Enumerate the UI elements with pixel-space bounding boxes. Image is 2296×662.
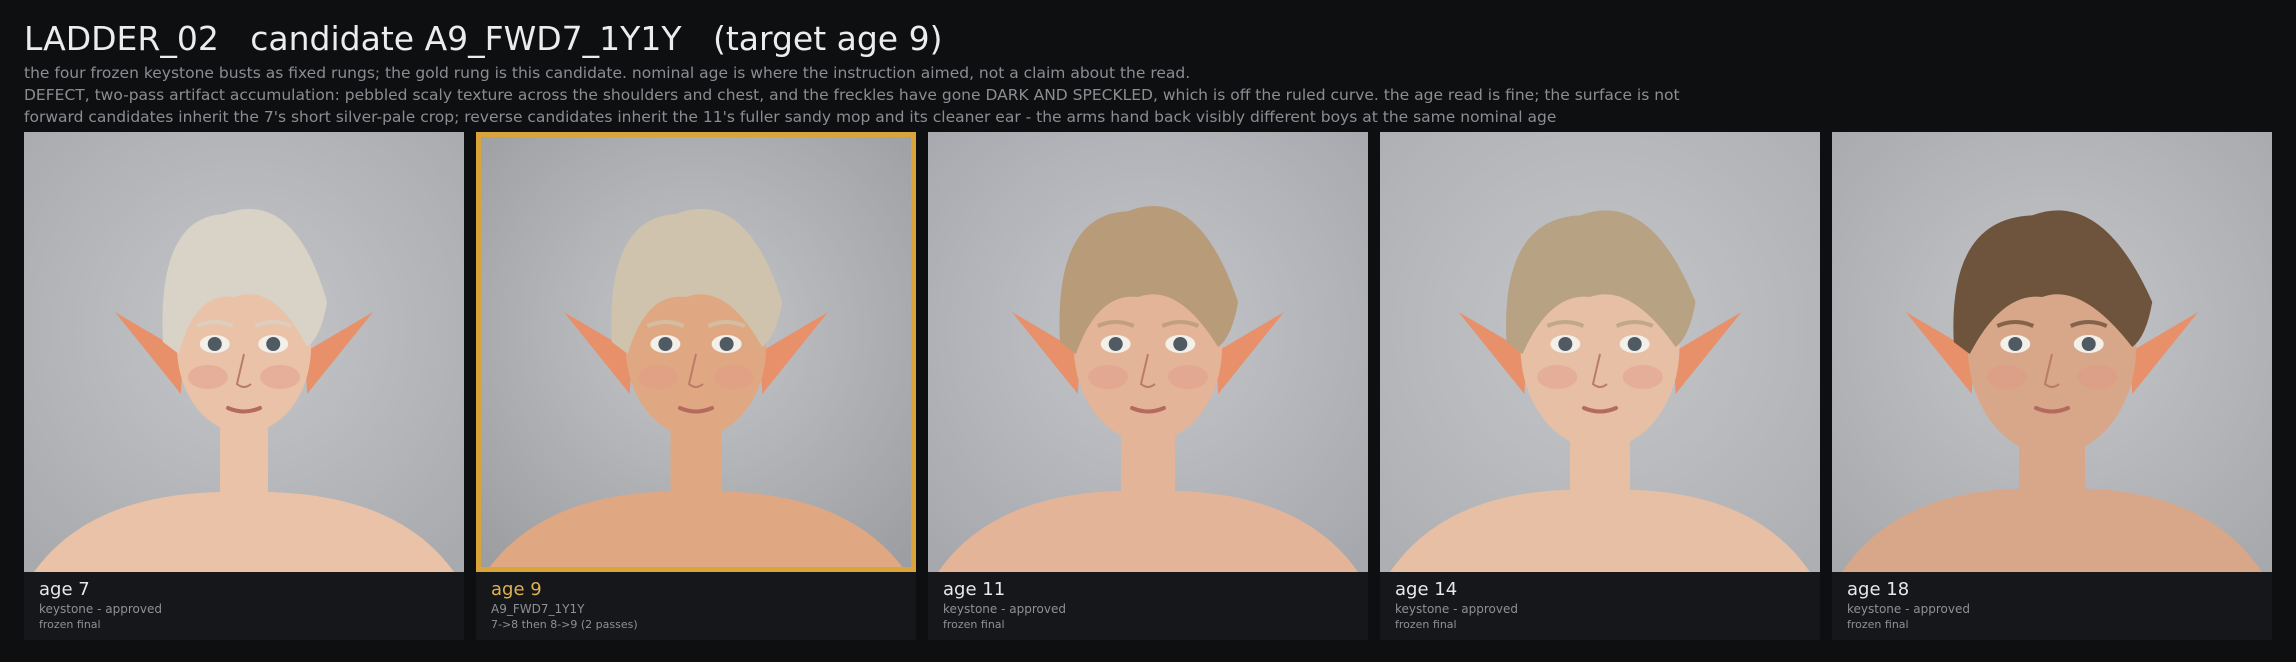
rung-status: keystone - approved <box>39 602 162 616</box>
right-iris <box>719 337 734 351</box>
left-iris <box>658 337 673 351</box>
rung-age-label: age 11 <box>943 579 1006 600</box>
rung-card-age-9[interactable]: age 9 A9_FWD7_1Y1Y 7->8 then 8->9 (2 pas… <box>476 132 916 640</box>
left-iris <box>207 337 222 351</box>
portrait-age-18[interactable] <box>1832 132 2272 572</box>
right-cheek <box>1622 365 1663 389</box>
rung-status: keystone - approved <box>1847 602 1970 616</box>
caption-age-14: age 14 keystone - approved frozen final <box>1380 572 1820 632</box>
portrait-age-9-candidate[interactable] <box>476 132 916 572</box>
right-cheek <box>713 365 754 389</box>
rung-age-label: age 14 <box>1395 579 1458 600</box>
portrait-illustration <box>1832 132 2272 572</box>
rung-strip: age 7 keystone - approved frozen final a… <box>24 132 2272 640</box>
rung-age-label: age 9 <box>491 579 542 600</box>
right-iris <box>1627 337 1642 351</box>
left-iris <box>1108 337 1123 351</box>
rung-card-age-14[interactable]: age 14 keystone - approved frozen final <box>1380 132 1820 640</box>
caption-age-18: age 18 keystone - approved frozen final <box>1832 572 2272 632</box>
rung-card-age-7[interactable]: age 7 keystone - approved frozen final <box>24 132 464 640</box>
right-cheek <box>1167 365 1208 389</box>
rung-note: frozen final <box>943 618 1005 631</box>
ladder-page: LADDER_02 candidate A9_FWD7_1Y1Y (target… <box>0 0 2296 662</box>
portrait-age-14[interactable] <box>1380 132 1820 572</box>
right-cheek <box>260 365 301 389</box>
portrait-illustration <box>1380 132 1820 572</box>
portrait-age-7[interactable] <box>24 132 464 572</box>
caption-age-9: age 9 A9_FWD7_1Y1Y 7->8 then 8->9 (2 pas… <box>476 572 916 632</box>
left-cheek <box>638 365 679 389</box>
rung-age-label: age 7 <box>39 579 90 600</box>
description-line-3: forward candidates inherit the 7's short… <box>24 108 1557 126</box>
right-iris <box>2081 337 2096 351</box>
right-iris <box>1173 337 1188 351</box>
rung-card-age-18[interactable]: age 18 keystone - approved frozen final <box>1832 132 2272 640</box>
rung-status: keystone - approved <box>1395 602 1518 616</box>
rung-age-label: age 18 <box>1847 579 1910 600</box>
description-line-1: the four frozen keystone busts as fixed … <box>24 64 1191 82</box>
caption-age-11: age 11 keystone - approved frozen final <box>928 572 1368 632</box>
description-block: the four frozen keystone busts as fixed … <box>24 62 2272 128</box>
candidate-passes: 7->8 then 8->9 (2 passes) <box>491 618 638 631</box>
portrait-illustration <box>24 132 464 572</box>
portrait-age-11[interactable] <box>928 132 1368 572</box>
rung-status: keystone - approved <box>943 602 1066 616</box>
portrait-illustration <box>928 132 1368 572</box>
caption-age-7: age 7 keystone - approved frozen final <box>24 572 464 632</box>
left-cheek <box>1986 365 2027 389</box>
rung-note: frozen final <box>1395 618 1457 631</box>
left-iris <box>1558 337 1573 351</box>
rung-note: frozen final <box>1847 618 1909 631</box>
left-cheek <box>187 365 228 389</box>
rung-card-age-11[interactable]: age 11 keystone - approved frozen final <box>928 132 1368 640</box>
portrait-illustration <box>476 132 916 572</box>
left-iris <box>2008 337 2023 351</box>
right-iris <box>266 337 281 351</box>
description-line-2: DEFECT, two-pass artifact accumulation: … <box>24 86 1680 104</box>
candidate-id: A9_FWD7_1Y1Y <box>491 602 585 616</box>
left-cheek <box>1537 365 1578 389</box>
page-title: LADDER_02 candidate A9_FWD7_1Y1Y (target… <box>24 19 943 58</box>
right-cheek <box>2077 365 2118 389</box>
left-cheek <box>1088 365 1129 389</box>
rung-note: frozen final <box>39 618 101 631</box>
